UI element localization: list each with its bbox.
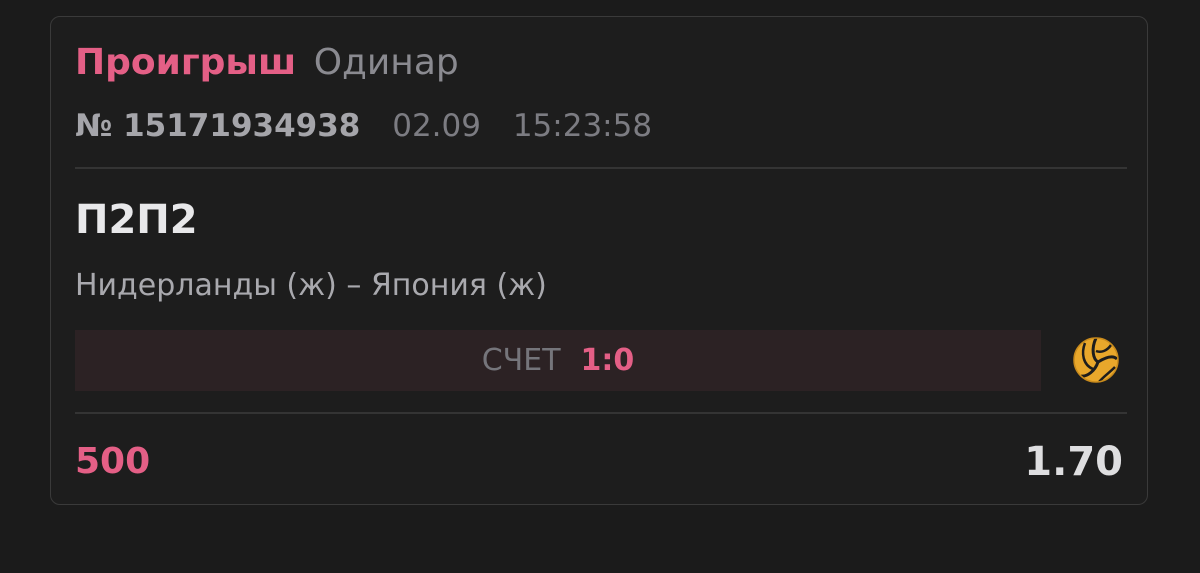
bet-card[interactable]: Проигрыш Одинар № 15171934938 02.09 15:2… — [50, 16, 1148, 505]
odds-value: 1.70 — [1024, 439, 1123, 485]
bet-status: Проигрыш — [75, 42, 297, 83]
score-label: СЧЕТ — [481, 343, 561, 378]
bet-time: 15:23:58 — [512, 108, 653, 144]
divider — [75, 412, 1127, 414]
bet-type: Одинар — [313, 42, 459, 83]
divider — [75, 167, 1127, 169]
bet-title-row: Проигрыш Одинар — [75, 41, 459, 85]
market-name: П2П2 — [75, 197, 198, 243]
ticket-number: № 15171934938 — [75, 108, 361, 144]
score-value: 1:0 — [580, 343, 635, 378]
volleyball-icon — [1073, 337, 1119, 383]
bet-meta-row: № 15171934938 02.09 15:23:58 — [75, 107, 652, 145]
score-bar: СЧЕТ 1:0 — [75, 330, 1041, 391]
event-name[interactable]: Нидерланды (ж) – Япония (ж) — [75, 267, 547, 305]
stake-amount: 500 — [75, 441, 151, 482]
bet-date: 02.09 — [392, 108, 481, 144]
